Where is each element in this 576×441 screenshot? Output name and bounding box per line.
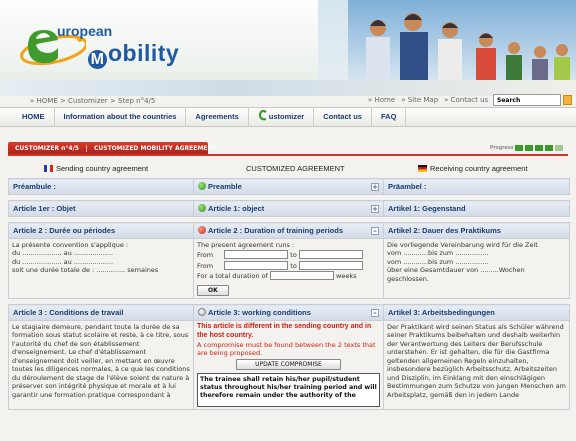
customized-agreement-header: CUSTOMIZED AGREEMENT (246, 163, 345, 173)
top-links: » Home » Site Map » Contact us (368, 96, 488, 104)
from-date-input-1[interactable] (224, 250, 289, 260)
art1-fr: Article 1er : Objet (8, 200, 194, 217)
germany-flag-icon (418, 164, 427, 172)
expand-icon[interactable]: + (371, 205, 379, 213)
ok-button[interactable]: OK (197, 284, 229, 296)
search-input[interactable]: Search (493, 94, 561, 106)
status-ok-icon (198, 182, 206, 190)
art3-fr-text: Le stagiaire demeure, pendant toute la d… (8, 320, 194, 410)
contact-link[interactable]: » Contact us (444, 96, 488, 104)
nav-home[interactable]: HOME (0, 107, 55, 127)
collapse-icon[interactable]: – (371, 227, 379, 235)
search-go-button[interactable] (563, 95, 572, 105)
table-row: Le stagiaire demeure, pendant toute la d… (8, 320, 570, 410)
tab-agreement[interactable]: CUSTOMIZED MOBILITY AGREEMENT (85, 145, 224, 152)
art1-custom[interactable]: + Article 1: object (193, 200, 384, 217)
status-pending-icon (198, 308, 206, 316)
progress-segment (535, 145, 544, 151)
sending-country-header: Sending country agreement (44, 164, 148, 173)
update-compromise-button[interactable]: UPDATE COMPROMISE (236, 358, 341, 370)
page: uropean Mobility » HOME > Customizer > S… (0, 0, 576, 441)
art1-de: Artikel 1: Gegenstand (383, 200, 570, 217)
status-conflict-icon (198, 226, 206, 234)
logo-text-mobility: Mobility (88, 40, 179, 69)
art2-fr-text: La présente convention s'applique : du ..… (8, 238, 194, 299)
nav-faq[interactable]: FAQ (372, 107, 407, 127)
art2-de: Artikel 2: Dauer des Praktikums (383, 222, 570, 239)
preamble-de: Präambel : (383, 178, 570, 195)
art3-compromise: This article is different in the sending… (193, 320, 384, 410)
france-flag-icon (44, 164, 53, 172)
table-row: Article 1er : Objet + Article 1: object A… (8, 200, 570, 217)
progress-segment (545, 145, 554, 151)
art2-fr: Article 2 : Durée ou périodes (8, 222, 194, 239)
nav-agreements[interactable]: Agreements (186, 107, 249, 127)
status-ok-icon (198, 204, 206, 212)
art3-custom[interactable]: – Article 3: working conditions (193, 304, 384, 321)
table-row: Article 3 : Conditions de travail – Artic… (8, 304, 570, 321)
progress-segment (515, 145, 524, 151)
duration-input[interactable] (269, 271, 334, 281)
main-nav: HOME Information about the countries Agr… (0, 107, 576, 127)
home-link[interactable]: » Home (368, 96, 395, 104)
art2-form: The present agreement runs : From to Fro… (193, 238, 384, 299)
preamble-fr: Préambule : (8, 178, 194, 195)
logo-text-european: uropean (57, 23, 113, 39)
art3-de: Artikel 3: Arbeitsbedingungen (383, 304, 570, 321)
compromise-textarea[interactable]: The trainee shall retain his/her pupil/s… (197, 372, 380, 407)
to-date-input-1[interactable] (298, 250, 363, 260)
collapse-icon[interactable]: – (371, 309, 379, 317)
nav-contact[interactable]: Contact us (314, 107, 372, 127)
table-row: Article 2 : Durée ou périodes – Article 2… (8, 222, 570, 239)
main-content: CUSTOMIZER n°4/5 CUSTOMIZED MOBILITY AGR… (0, 128, 576, 441)
site-header: uropean Mobility (0, 0, 576, 96)
expand-icon[interactable]: + (371, 183, 379, 191)
table-row: La présente convention s'applique : du ..… (8, 238, 570, 299)
breadcrumb[interactable]: » HOME > Customizer > Step n°4/5 (30, 97, 155, 105)
nav-countries[interactable]: Information about the countries (55, 107, 187, 127)
receiving-country-header: Receiving country agreement (418, 164, 528, 173)
nav-customizer[interactable]: ustomizer (249, 107, 315, 127)
column-headers: Sending country agreement CUSTOMIZED AGR… (0, 161, 576, 175)
progress-indicator: Progress (490, 145, 564, 151)
from-date-input-2[interactable] (224, 260, 289, 270)
art3-fr: Article 3 : Conditions de travail (8, 304, 194, 321)
tab-step[interactable]: CUSTOMIZER n°4/5 (8, 145, 86, 152)
art2-de-text: Die vorliegende Vereinbarung wird für di… (383, 238, 570, 299)
preamble-custom[interactable]: + Preamble (193, 178, 384, 195)
art3-de-text: Der Praktikant wird seinen Status als Sc… (383, 320, 570, 410)
agreement-table: Préambule : + Preamble Präambel : Article… (8, 178, 570, 410)
progress-segment (555, 145, 564, 151)
site-map-link[interactable]: » Site Map (401, 96, 438, 104)
art2-custom[interactable]: – Article 2 : Duration of training period… (193, 222, 384, 239)
students-photo-banner (318, 0, 576, 90)
progress-segment (525, 145, 534, 151)
to-date-input-2[interactable] (298, 260, 363, 270)
table-row: Préambule : + Preamble Präambel : (8, 178, 570, 195)
customizer-c-icon (258, 110, 267, 121)
